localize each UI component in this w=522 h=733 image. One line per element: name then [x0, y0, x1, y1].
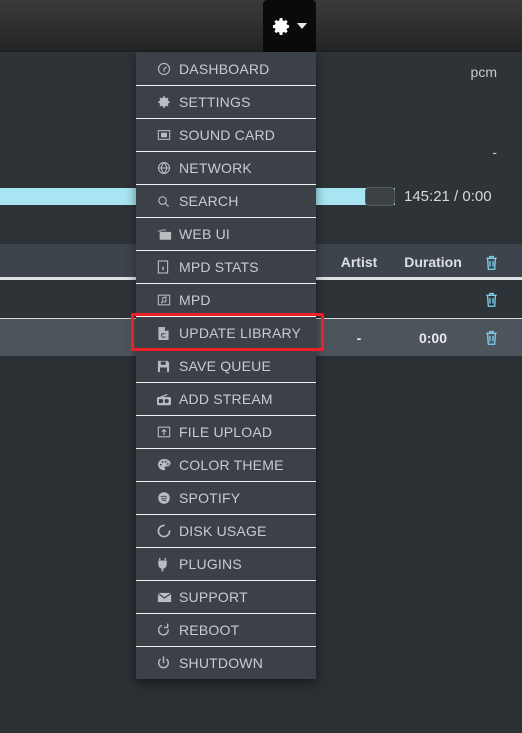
- menu-item-sound-card[interactable]: SOUND CARD: [136, 118, 316, 151]
- plug-icon: [157, 557, 179, 572]
- menu-item-label: DISK USAGE: [179, 523, 267, 539]
- menu-item-shutdown[interactable]: SHUTDOWN: [136, 646, 316, 679]
- menu-item-web-ui[interactable]: WEB UI: [136, 217, 316, 250]
- remove-track-button[interactable]: [484, 329, 510, 346]
- gear-icon: [272, 17, 291, 36]
- menu-item-label: SETTINGS: [179, 94, 251, 110]
- gear-icon: [157, 95, 179, 109]
- menu-item-label: WEB UI: [179, 226, 230, 242]
- globe-icon: [157, 161, 179, 175]
- remove-track-button[interactable]: [484, 291, 510, 308]
- search-icon: [157, 195, 179, 208]
- menu-item-file-upload[interactable]: FILE UPLOAD: [136, 415, 316, 448]
- settings-dropdown-menu: DASHBOARD SETTINGS SOUND CARD NETWORK SE…: [136, 52, 316, 679]
- menu-item-label: UPDATE LIBRARY: [179, 325, 302, 341]
- palette-icon: [157, 458, 179, 472]
- menu-item-spotify[interactable]: SPOTIFY: [136, 481, 316, 514]
- trash-icon: [484, 254, 510, 271]
- top-header-bar: [0, 0, 522, 52]
- column-header-artist: Artist: [340, 254, 378, 270]
- clear-queue-button[interactable]: [484, 254, 510, 271]
- images-icon: [157, 228, 179, 241]
- menu-item-label: SEARCH: [179, 193, 239, 209]
- radio-icon: [157, 393, 179, 406]
- cell-artist: -: [356, 329, 362, 346]
- dashboard-icon: [157, 62, 179, 76]
- menu-item-label: DASHBOARD: [179, 60, 270, 77]
- music-note-icon: [157, 293, 179, 307]
- menu-item-label: SHUTDOWN: [179, 655, 264, 671]
- cell-duration: 0:00: [418, 329, 448, 346]
- reboot-icon: [157, 623, 179, 637]
- trash-icon: [484, 291, 510, 308]
- time-display: 145:21 / 0:00: [404, 187, 492, 205]
- soundcard-icon: [157, 128, 179, 142]
- info-icon: [157, 260, 179, 274]
- menu-item-mpd[interactable]: MPD: [136, 283, 316, 316]
- menu-item-label: SPOTIFY: [179, 490, 241, 506]
- menu-item-add-stream[interactable]: ADD STREAM: [136, 382, 316, 415]
- menu-item-settings[interactable]: SETTINGS: [136, 85, 316, 118]
- menu-item-support[interactable]: SUPPORT: [136, 580, 316, 613]
- menu-item-network[interactable]: NETWORK: [136, 151, 316, 184]
- menu-item-disk-usage[interactable]: DISK USAGE: [136, 514, 316, 547]
- menu-item-label: COLOR THEME: [179, 457, 284, 473]
- menu-item-label: SAVE QUEUE: [179, 358, 271, 374]
- menu-item-reboot[interactable]: REBOOT: [136, 613, 316, 646]
- menu-item-update-library[interactable]: UPDATE LIBRARY: [136, 316, 316, 349]
- refresh-file-icon: [157, 326, 179, 341]
- menu-item-label: NETWORK: [179, 160, 252, 176]
- menu-item-label: MPD STATS: [179, 259, 259, 275]
- envelope-icon: [157, 592, 179, 603]
- disk-icon: [157, 524, 179, 538]
- seek-handle[interactable]: [365, 186, 395, 206]
- menu-item-label: PLUGINS: [179, 556, 242, 572]
- caret-down-icon: [297, 23, 307, 29]
- column-header-duration: Duration: [404, 254, 462, 270]
- output-format-label: pcm: [470, 64, 497, 80]
- menu-item-plugins[interactable]: PLUGINS: [136, 547, 316, 580]
- app-root: pcm - 145:21 / 0:00 Artist Duration - 0:…: [0, 0, 522, 733]
- menu-item-mpd-stats[interactable]: MPD STATS: [136, 250, 316, 283]
- menu-item-save-queue[interactable]: SAVE QUEUE: [136, 349, 316, 382]
- menu-item-color-theme[interactable]: COLOR THEME: [136, 448, 316, 481]
- spotify-icon: [157, 491, 179, 505]
- menu-item-label: ADD STREAM: [179, 391, 273, 407]
- menu-item-label: REBOOT: [179, 622, 240, 638]
- menu-item-search[interactable]: SEARCH: [136, 184, 316, 217]
- track-title: -: [492, 144, 497, 160]
- menu-item-dashboard[interactable]: DASHBOARD: [136, 52, 316, 85]
- menu-item-label: FILE UPLOAD: [179, 424, 273, 440]
- menu-item-label: SOUND CARD: [179, 127, 276, 143]
- upload-icon: [157, 425, 179, 439]
- settings-dropdown-button[interactable]: [263, 0, 316, 52]
- menu-item-label: MPD: [179, 292, 211, 308]
- floppy-icon: [157, 360, 179, 373]
- trash-icon: [484, 329, 510, 346]
- power-icon: [157, 656, 179, 670]
- menu-item-label: SUPPORT: [179, 589, 248, 605]
